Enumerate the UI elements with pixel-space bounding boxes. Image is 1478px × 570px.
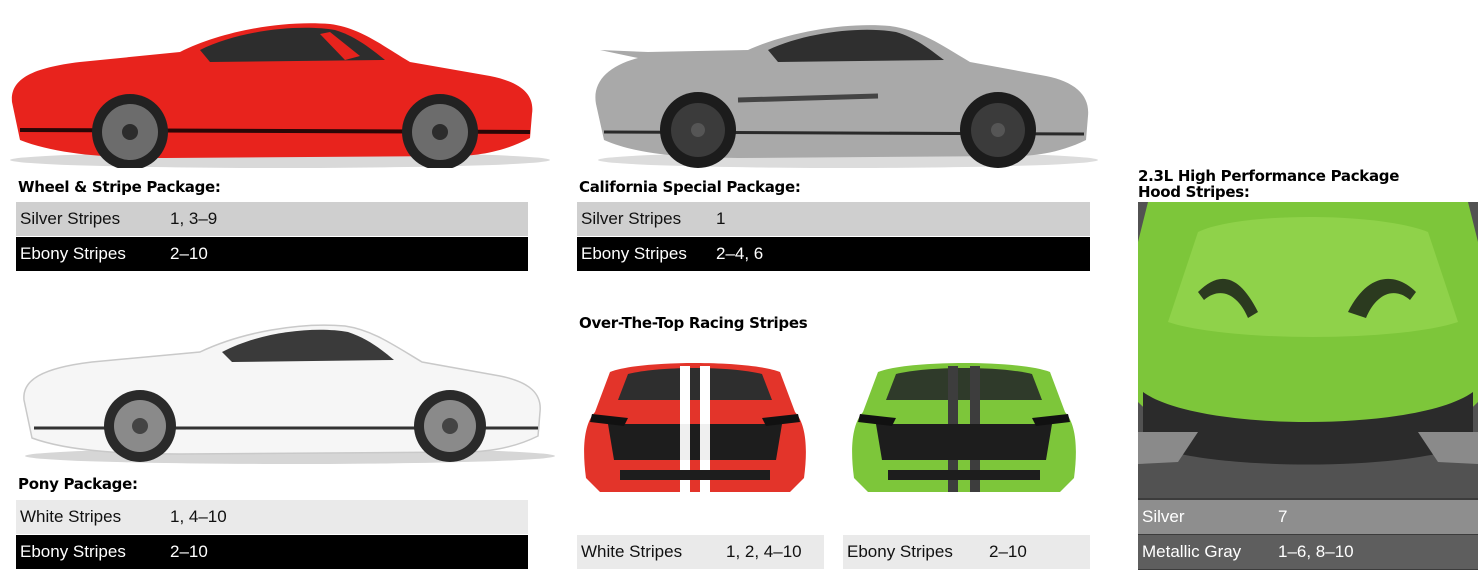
pony-heading: Pony Package:	[18, 475, 138, 493]
row-label: Silver Stripes	[20, 209, 121, 228]
over-the-top-heading: Over-The-Top Racing Stripes	[579, 314, 808, 332]
row-label: Ebony Stripes	[20, 244, 126, 263]
wheel-stripe-row-silver: Silver Stripes 1, 3–9	[16, 202, 528, 236]
row-value: 1	[716, 209, 726, 228]
row-value: 1–6, 8–10	[1278, 542, 1354, 561]
over-the-top-row-white: White Stripes 1, 2, 4–10	[577, 535, 824, 569]
row-value: 1, 2, 4–10	[726, 542, 802, 561]
wheel-stripe-heading: Wheel & Stripe Package:	[18, 178, 221, 196]
hood-row-metallic-gray: Metallic Gray 1–6, 8–10	[1138, 535, 1478, 569]
california-row-silver: Silver Stripes 1	[577, 202, 1090, 236]
row-value: 1, 3–9	[170, 209, 218, 228]
pony-row-white: White Stripes 1, 4–10	[16, 500, 528, 534]
row-label: White Stripes	[581, 542, 683, 561]
california-row-ebony: Ebony Stripes 2–4, 6	[577, 237, 1090, 271]
row-value: 2–10	[170, 244, 208, 263]
row-label: Ebony Stripes	[20, 542, 126, 561]
row-label: Metallic Gray	[1142, 542, 1242, 561]
row-label: Silver	[1142, 507, 1185, 526]
over-the-top-row-ebony: Ebony Stripes 2–10	[843, 535, 1090, 569]
row-value: 2–10	[170, 542, 208, 561]
california-heading: California Special Package:	[579, 178, 801, 196]
silver-mustang-image	[578, 10, 1098, 168]
row-value: 7	[1278, 507, 1288, 526]
row-value: 2–4, 6	[716, 244, 764, 263]
row-label: White Stripes	[20, 507, 122, 526]
red-mustang-front-image	[580, 352, 810, 497]
pony-row-ebony: Ebony Stripes 2–10	[16, 535, 528, 569]
green-mustang-front-image	[848, 352, 1080, 497]
white-mustang-image	[10, 308, 555, 464]
row-label: Silver Stripes	[581, 209, 682, 228]
row-value: 2–10	[989, 542, 1027, 561]
row-label: Ebony Stripes	[581, 244, 687, 263]
row-label: Ebony Stripes	[847, 542, 953, 561]
hood-row-silver: Silver 7	[1138, 500, 1478, 534]
row-value: 1, 4–10	[170, 507, 227, 526]
red-mustang-image	[0, 10, 550, 168]
hood-heading-line2: Hood Stripes:	[1138, 183, 1250, 201]
wheel-stripe-row-ebony: Ebony Stripes 2–10	[16, 237, 528, 271]
